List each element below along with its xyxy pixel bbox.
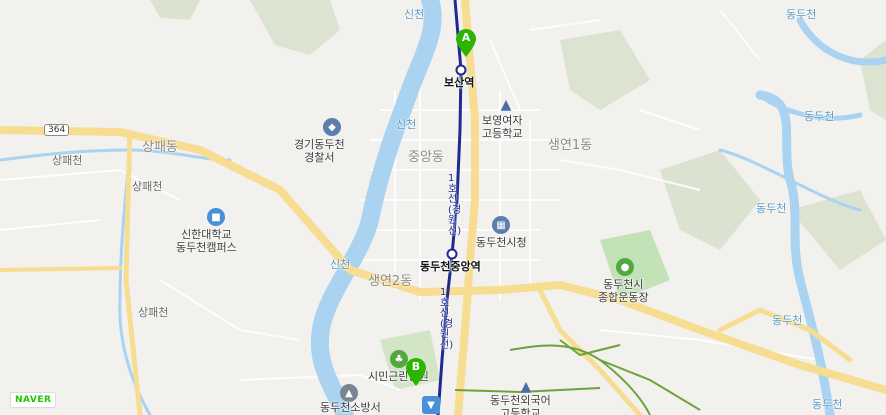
marker-letter: B <box>411 360 421 373</box>
station-label[interactable]: 보산역 <box>444 76 474 89</box>
marker-b[interactable]: B <box>405 357 427 387</box>
station-dot-dongducheon-jungang[interactable] <box>446 248 458 260</box>
marker-a[interactable]: A <box>455 28 477 58</box>
road-label: 상패천 <box>132 180 163 193</box>
map-base-layer <box>0 0 886 415</box>
poi-label[interactable]: 보영여자 고등학교 <box>482 114 522 140</box>
poi-label[interactable]: 경기동두천 경찰서 <box>294 138 345 164</box>
building-icon[interactable]: ▼ <box>422 396 440 414</box>
poi-label[interactable]: 신한대학교 동두천캠퍼스 <box>176 228 237 254</box>
river-label: 동두천 <box>756 202 787 215</box>
station-label[interactable]: 동두천중앙역 <box>420 260 481 273</box>
rail-line-label: 1호선(경원선) <box>440 287 454 351</box>
poi-label[interactable]: 동두천외국어 고등학교 <box>490 394 551 415</box>
map-canvas[interactable]: 364 중앙동 상패동 생연1동 생연2동 신천 신천 신천 동두천 동두천 동… <box>0 0 886 415</box>
area-label: 생연2동 <box>368 274 413 289</box>
river-label: 동두천 <box>786 8 817 21</box>
area-label: 생연1동 <box>548 138 593 153</box>
poi-label[interactable]: 동두천소방서 <box>320 401 381 414</box>
rail-line-label: 1호선(경원선) <box>448 173 462 237</box>
poi-label[interactable]: 동두천시청 <box>476 236 527 249</box>
poi-label[interactable]: 동두천시 종합운동장 <box>598 278 649 304</box>
station-dot-bosan[interactable] <box>455 64 467 76</box>
city-hall-icon[interactable]: ▦ <box>492 216 510 234</box>
river-label: 동두천 <box>804 110 835 123</box>
area-label: 상패동 <box>142 140 178 155</box>
river-label: 신천 <box>330 258 351 271</box>
marker-letter: A <box>461 31 471 44</box>
university-icon[interactable]: ■ <box>207 208 225 226</box>
river-label: 동두천 <box>772 314 803 327</box>
naver-logo[interactable]: NAVER <box>10 392 57 408</box>
police-icon[interactable]: ◆ <box>323 118 341 136</box>
area-label: 중앙동 <box>408 150 444 165</box>
river-label: 신천 <box>404 8 425 21</box>
road-label: 상패천 <box>138 306 169 319</box>
fire-station-icon[interactable]: ▲ <box>340 384 358 402</box>
river-label: 동두천 <box>812 398 843 411</box>
route-shield: 364 <box>44 124 70 136</box>
stadium-icon[interactable]: ● <box>616 258 634 276</box>
river-label: 신천 <box>396 118 417 131</box>
school-icon[interactable]: ▲ <box>497 96 515 114</box>
road-label: 상패천 <box>52 154 83 167</box>
forest-areas <box>150 0 886 390</box>
